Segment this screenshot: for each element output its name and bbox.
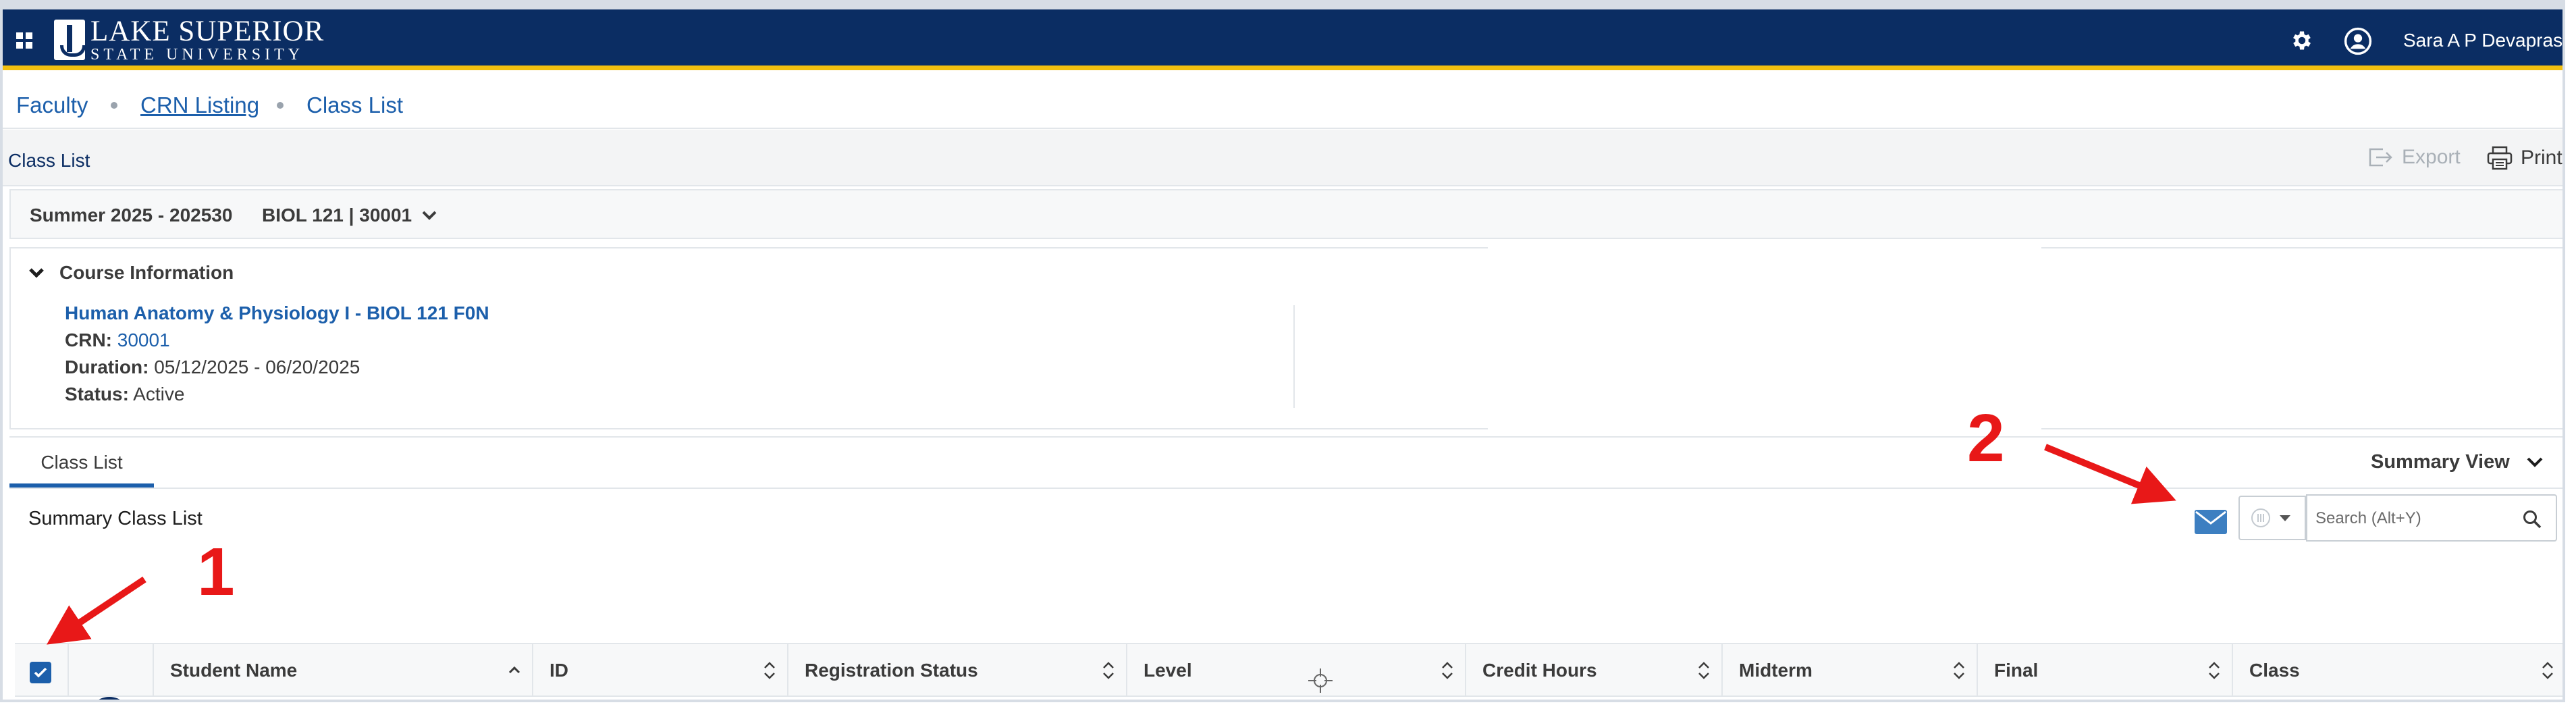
chevron-down-icon (29, 268, 44, 278)
select-all-checkbox[interactable] (30, 662, 51, 683)
tab-underline (9, 488, 2562, 489)
columns-icon (2251, 508, 2290, 527)
crn-row: CRN: 30001 (65, 330, 170, 350)
course-information-panel: Course Information Human Anatomy & Physi… (9, 242, 2562, 438)
export-icon (2369, 148, 2392, 167)
browser-frame: LAKE SUPERIOR STATE UNIVERSITY Sara A P … (0, 0, 2565, 702)
summary-class-list-title: Summary Class List (28, 508, 203, 529)
status-value: Active (133, 384, 185, 404)
column-header-registration-status[interactable]: Registration Status (787, 644, 1126, 695)
term-course-bar: Summer 2025 - 202530 BIOL 121 | 30001 (9, 189, 2562, 239)
column-spacer (68, 644, 153, 695)
term-label: Summer 2025 - 202530 (30, 205, 233, 226)
printer-icon (2487, 146, 2513, 170)
redacted-area (1488, 242, 2041, 438)
breadcrumb-separator (277, 102, 284, 109)
page-title-bar: Class List Export Print (3, 130, 2562, 186)
column-header-final[interactable]: Final (1977, 644, 2232, 695)
sort-icon (2542, 662, 2553, 679)
logo-line-1: LAKE SUPERIOR (90, 16, 325, 47)
search-icon[interactable] (2522, 509, 2542, 529)
logo-line-2: STATE UNIVERSITY (90, 46, 304, 63)
crn-value: 30001 (117, 330, 170, 350)
print-button[interactable]: Print (2487, 146, 2562, 170)
page-title: Class List (8, 150, 90, 171)
avatar (88, 697, 131, 700)
column-selector-button[interactable] (2238, 496, 2306, 540)
sort-icon (1442, 662, 1453, 679)
crosshair-cursor-icon (1308, 668, 1333, 693)
apps-grid-icon[interactable] (16, 32, 32, 49)
column-header-id[interactable]: ID (532, 644, 787, 695)
search-field[interactable] (2306, 494, 2557, 542)
sort-icon (1954, 662, 1964, 679)
search-input[interactable] (2315, 505, 2511, 532)
breadcrumb-class-list[interactable]: Class List (306, 93, 403, 118)
course-title: Human Anatomy & Physiology I - BIOL 121 … (65, 303, 489, 323)
duration-row: Duration: 05/12/2025 - 06/20/2025 (65, 357, 360, 377)
column-header-class[interactable]: Class (2232, 644, 2562, 695)
anchor-logo-icon (54, 20, 86, 60)
user-circle-icon[interactable] (2344, 27, 2372, 55)
sort-icon (1103, 662, 1114, 679)
export-button[interactable]: Export (2368, 146, 2461, 169)
summary-view-dropdown[interactable]: Summary View (2371, 451, 2544, 473)
column-header-credit-hours[interactable]: Credit Hours (1465, 644, 1721, 695)
sort-icon (764, 662, 775, 679)
app-header: LAKE SUPERIOR STATE UNIVERSITY Sara A P … (3, 9, 2562, 70)
mail-icon (2195, 510, 2227, 534)
sort-ascending-icon (508, 666, 520, 674)
breadcrumb-separator (111, 102, 117, 109)
class-list-section: Class List Summary View Summary Class Li… (9, 436, 2562, 700)
email-button[interactable] (2191, 502, 2230, 542)
chevron-down-icon (2527, 457, 2543, 467)
gear-icon[interactable] (2290, 28, 2314, 53)
course-selector[interactable]: BIOL 121 | 30001 (262, 205, 437, 226)
breadcrumb-crn-listing[interactable]: CRN Listing (140, 93, 259, 118)
sort-icon (2209, 662, 2220, 679)
duration-value: 05/12/2025 - 06/20/2025 (154, 357, 360, 377)
breadcrumb-faculty[interactable]: Faculty (16, 93, 88, 118)
breadcrumb: Faculty CRN Listing Class List (3, 75, 2562, 129)
user-name[interactable]: Sara A P Devaprasad (2403, 30, 2562, 51)
checkmark-icon (34, 667, 47, 678)
annotation-number-1: 1 (197, 534, 235, 610)
course-information-toggle[interactable]: Course Information (28, 262, 234, 284)
tab-class-list[interactable]: Class List (9, 442, 154, 488)
column-header-student-name[interactable]: Student Name (153, 644, 532, 695)
sort-icon (1698, 662, 1709, 679)
panel-divider (1293, 305, 1295, 408)
table-header: Student Name ID Registration Status Leve… (15, 643, 2562, 697)
column-header-level[interactable]: Level (1126, 644, 1465, 695)
annotation-number-2: 2 (1967, 400, 2005, 476)
status-row: Status: Active (65, 384, 185, 404)
chevron-down-icon (422, 211, 437, 220)
university-logo[interactable]: LAKE SUPERIOR STATE UNIVERSITY (54, 16, 325, 63)
column-header-midterm[interactable]: Midterm (1721, 644, 1977, 695)
